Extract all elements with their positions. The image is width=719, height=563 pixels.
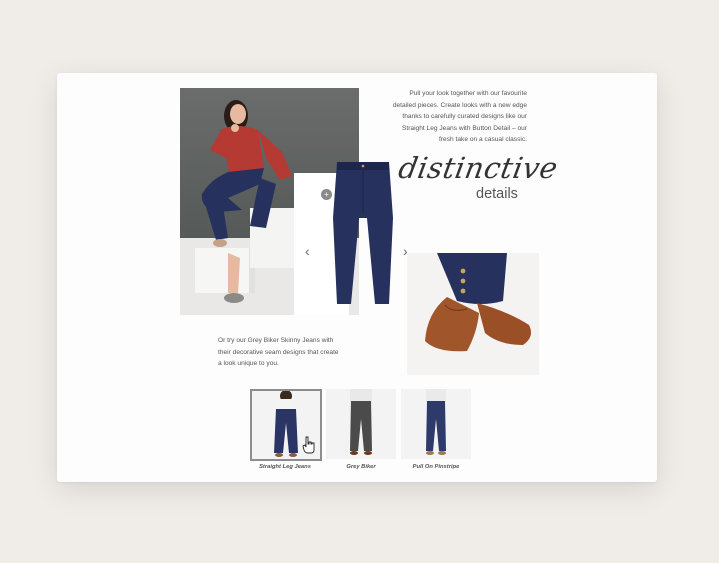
content-card: Pull your look together with our favouri… bbox=[57, 73, 657, 482]
thumbnail-pull-on-pinstripe[interactable] bbox=[401, 389, 471, 459]
thumbnail-label[interactable]: Grey Biker bbox=[321, 464, 401, 470]
hotspot-plus-icon[interactable]: + bbox=[321, 189, 332, 200]
thumbnail-label[interactable]: Pull On Pinstripe bbox=[396, 464, 476, 470]
chevron-left-icon[interactable]: ‹ bbox=[305, 243, 310, 259]
hand-cursor-icon bbox=[302, 436, 315, 454]
heading-script: distinctive bbox=[396, 151, 561, 185]
shoe-detail-photo bbox=[407, 253, 539, 375]
intro-paragraph: Pull your look together with our favouri… bbox=[392, 90, 527, 143]
jeans-product-image[interactable] bbox=[331, 158, 395, 308]
thumbnail-label[interactable]: Straight Leg Jeans bbox=[245, 464, 325, 470]
thumbnail-grey-biker[interactable] bbox=[326, 389, 396, 459]
secondary-paragraph: Or try our Grey Biker Skinny Jeans with … bbox=[218, 337, 339, 367]
heading-subtitle: details bbox=[476, 186, 518, 202]
